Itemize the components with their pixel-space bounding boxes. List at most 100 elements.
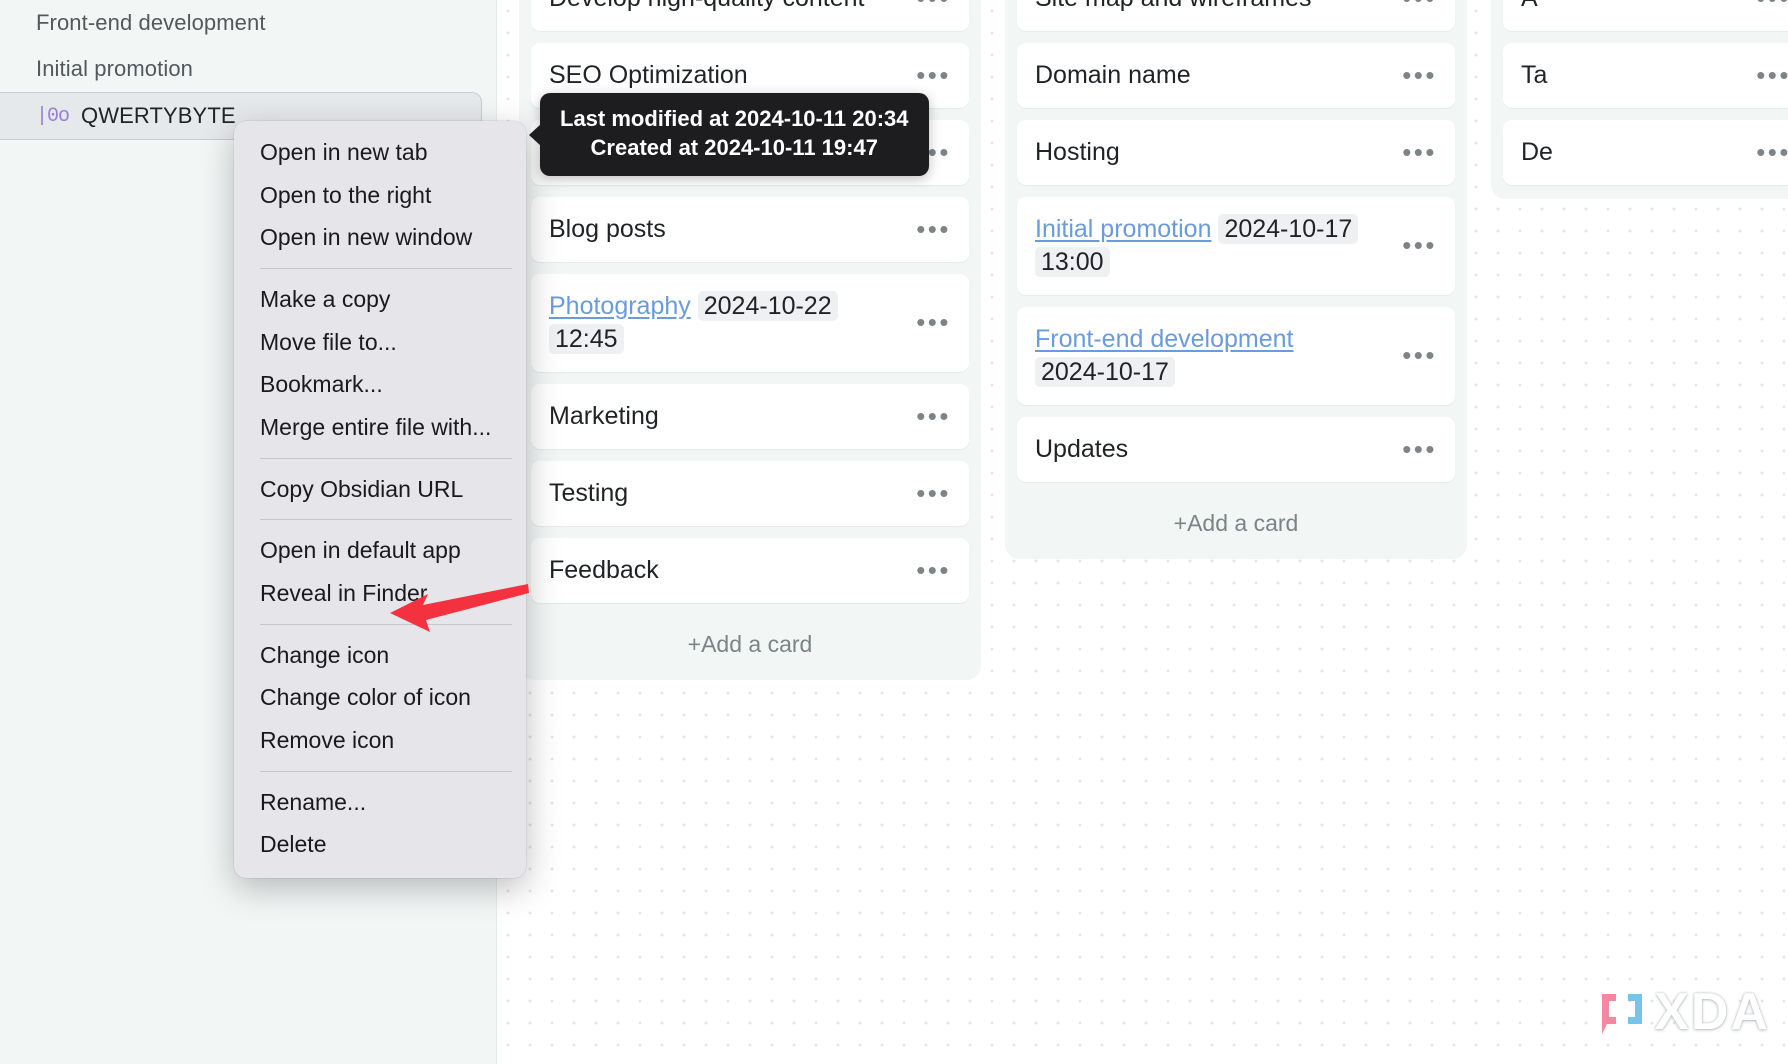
menu-item-reveal-in-finder[interactable]: Reveal in Finder xyxy=(234,572,526,615)
card-content: SEO Optimization xyxy=(549,59,748,92)
menu-item-delete[interactable]: Delete xyxy=(234,823,526,866)
menu-separator xyxy=(260,458,512,459)
menu-item-make-a-copy[interactable]: Make a copy xyxy=(234,278,526,321)
card-link[interactable]: Front-end development xyxy=(1035,325,1293,353)
menu-item-change-icon[interactable]: Change icon xyxy=(234,634,526,677)
card-date-chip: 12:45 xyxy=(549,324,624,354)
card-more-options-icon[interactable]: ••• xyxy=(1402,238,1437,254)
add-card-button[interactable]: +Add a card xyxy=(1017,494,1455,545)
menu-item-bookmark[interactable]: Bookmark... xyxy=(234,363,526,406)
card-more-options-icon[interactable]: ••• xyxy=(916,68,951,84)
kanban-card[interactable]: Hosting ••• xyxy=(1017,120,1455,185)
menu-item-remove-icon[interactable]: Remove icon xyxy=(234,719,526,762)
card-title: Ta xyxy=(1521,61,1547,89)
app-root: Front-end development Initial promotion … xyxy=(0,0,1788,1064)
card-link[interactable]: Photography xyxy=(549,292,691,320)
kanban-card[interactable]: Feedback ••• xyxy=(531,538,969,603)
menu-item-open-in-default-app[interactable]: Open in default app xyxy=(234,529,526,572)
kanban-card[interactable]: Site map and wireframes ••• xyxy=(1017,0,1455,31)
card-content: Hosting xyxy=(1035,136,1120,169)
card-more-options-icon[interactable]: ••• xyxy=(1756,0,1788,6)
kanban-card[interactable]: A ••• xyxy=(1503,0,1788,31)
sidebar-item-initial-promotion[interactable]: Initial promotion xyxy=(0,46,496,92)
card-more-options-icon[interactable]: ••• xyxy=(916,409,951,425)
card-title: Domain name xyxy=(1035,61,1191,89)
card-date-chip: 13:00 xyxy=(1035,247,1110,277)
kanban-column: Site map and wireframes •••Domain name •… xyxy=(1005,0,1467,559)
card-more-options-icon[interactable]: ••• xyxy=(1402,0,1437,6)
sidebar-item-label: Initial promotion xyxy=(36,56,193,82)
menu-separator xyxy=(260,519,512,520)
card-more-options-icon[interactable]: ••• xyxy=(1756,68,1788,84)
kanban-card[interactable]: Ta ••• xyxy=(1503,43,1788,108)
card-title: Blog posts xyxy=(549,215,666,243)
xda-bracket-logo-icon xyxy=(1596,986,1648,1038)
menu-item-merge-entire-file-with[interactable]: Merge entire file with... xyxy=(234,406,526,449)
card-title: Site map and wireframes xyxy=(1035,0,1312,12)
file-context-menu[interactable]: Open in new tabOpen to the rightOpen in … xyxy=(234,121,526,878)
kanban-card[interactable]: Domain name ••• xyxy=(1017,43,1455,108)
menu-item-rename[interactable]: Rename... xyxy=(234,781,526,824)
card-content: Testing xyxy=(549,477,628,510)
sidebar-item-label: QWERTYBYTE xyxy=(81,103,236,129)
card-content: Domain name xyxy=(1035,59,1191,92)
tooltip-last-modified: Last modified at 2024-10-11 20:34 xyxy=(560,105,909,134)
card-content: Marketing xyxy=(549,400,659,433)
card-title: SEO Optimization xyxy=(549,61,748,89)
file-metadata-tooltip: Last modified at 2024-10-11 20:34 Create… xyxy=(540,93,929,176)
card-link[interactable]: Initial promotion xyxy=(1035,215,1211,243)
xda-watermark: XDA xyxy=(1596,982,1770,1042)
add-card-button[interactable]: +Add a card xyxy=(531,615,969,666)
card-more-options-icon[interactable]: ••• xyxy=(1402,442,1437,458)
card-content: Photography 2024-10-22 12:45 xyxy=(549,290,906,356)
kanban-card[interactable]: De ••• xyxy=(1503,120,1788,185)
card-date-chip: 2024-10-17 xyxy=(1035,357,1175,387)
card-content: Site map and wireframes xyxy=(1035,0,1312,15)
kanban-column: A •••Ta •••De ••• xyxy=(1491,0,1788,199)
card-more-options-icon[interactable]: ••• xyxy=(1402,68,1437,84)
kanban-card[interactable]: Updates ••• xyxy=(1017,417,1455,482)
card-more-options-icon[interactable]: ••• xyxy=(1756,145,1788,161)
card-content: De xyxy=(1521,136,1553,169)
card-content: Ta xyxy=(1521,59,1547,92)
kanban-card[interactable]: Photography 2024-10-22 12:45 ••• xyxy=(531,274,969,372)
kanban-card[interactable]: Testing ••• xyxy=(531,461,969,526)
xda-wordmark: XDA xyxy=(1654,982,1770,1042)
menu-item-change-color-of-icon[interactable]: Change color of icon xyxy=(234,676,526,719)
kanban-card[interactable]: Marketing ••• xyxy=(531,384,969,449)
card-content: Blog posts xyxy=(549,213,666,246)
sidebar-item-label: Front-end development xyxy=(36,10,266,36)
card-title: Updates xyxy=(1035,435,1128,463)
card-content: Develop high-quality content xyxy=(549,0,864,15)
card-title: A xyxy=(1521,0,1538,12)
kanban-card[interactable]: Front-end development 2024-10-17 ••• xyxy=(1017,307,1455,405)
menu-separator xyxy=(260,771,512,772)
card-content: A xyxy=(1521,0,1538,15)
card-title: Feedback xyxy=(549,556,659,584)
menu-item-open-in-new-tab[interactable]: Open in new tab xyxy=(234,131,526,174)
card-content: Updates xyxy=(1035,433,1128,466)
card-title: Testing xyxy=(549,479,628,507)
kanban-card[interactable]: Develop high-quality content ••• xyxy=(531,0,969,31)
menu-item-open-in-new-window[interactable]: Open in new window xyxy=(234,216,526,259)
kanban-card[interactable]: Initial promotion 2024-10-17 13:00 ••• xyxy=(1017,197,1455,295)
card-more-options-icon[interactable]: ••• xyxy=(1402,348,1437,364)
card-more-options-icon[interactable]: ••• xyxy=(916,222,951,238)
card-title: Hosting xyxy=(1035,138,1120,166)
binary-code-icon: |0o xyxy=(36,105,69,128)
kanban-card[interactable]: Blog posts ••• xyxy=(531,197,969,262)
card-more-options-icon[interactable]: ••• xyxy=(1402,145,1437,161)
card-date-chip: 2024-10-17 xyxy=(1218,214,1358,244)
menu-item-copy-obsidian-url[interactable]: Copy Obsidian URL xyxy=(234,468,526,511)
card-title: Marketing xyxy=(549,402,659,430)
card-more-options-icon[interactable]: ••• xyxy=(916,315,951,331)
sidebar-item-front-end-development[interactable]: Front-end development xyxy=(0,0,496,46)
card-more-options-icon[interactable]: ••• xyxy=(916,563,951,579)
menu-item-move-file-to[interactable]: Move file to... xyxy=(234,321,526,364)
card-more-options-icon[interactable]: ••• xyxy=(916,486,951,502)
menu-item-open-to-the-right[interactable]: Open to the right xyxy=(234,174,526,217)
card-title: Develop high-quality content xyxy=(549,0,864,12)
card-content: Initial promotion 2024-10-17 13:00 xyxy=(1035,213,1392,279)
card-more-options-icon[interactable]: ••• xyxy=(916,0,951,6)
card-date-chip: 2024-10-22 xyxy=(698,291,838,321)
